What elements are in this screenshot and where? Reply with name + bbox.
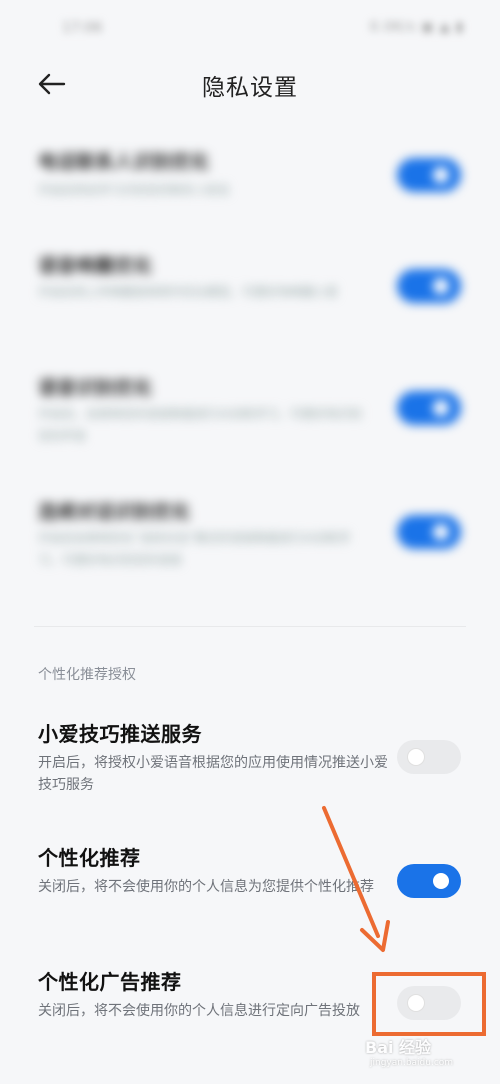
setting-desc: 开启后，会使用您的语音数据进行AI训练学习，可更好地识别您的声音 <box>38 407 362 443</box>
setting-title: 语音唤醒优化 <box>38 255 153 277</box>
status-time: 17:06 <box>62 20 103 36</box>
toggle-switch-personalized-recommend[interactable] <box>397 864 461 898</box>
toggle-knob <box>433 524 449 540</box>
toggle-knob <box>433 278 449 294</box>
setting-title: 连续对话识别优化 <box>38 501 191 523</box>
setting-desc: 开启后将上传唤醒音频用作优化模型，可更好地唤醒小爱 <box>38 285 339 299</box>
toggle-knob <box>433 873 449 889</box>
setting-title: 个性化广告推荐 <box>38 970 182 994</box>
toggle-knob <box>433 167 449 183</box>
annotation-highlight-box <box>372 972 486 1036</box>
toggle-switch[interactable] <box>397 515 461 549</box>
section-header: 个性化推荐授权 <box>38 667 136 683</box>
setting-title: 个性化推荐 <box>38 846 141 870</box>
toggle-switch-skill-push[interactable] <box>397 740 461 774</box>
setting-desc: 开启后，将授权小爱语音根据您的应用使用情况推送小爱技巧服务 <box>38 755 388 793</box>
setting-desc: 开启后将会学习识别您的联系人姓名 <box>38 183 231 197</box>
setting-desc: 开启后会使用您在“连续对话”模式的语音数据进行AI训练学习，可更好地识别您的语音 <box>38 531 351 567</box>
watermark-url: jingyan.baidu.com <box>370 1058 454 1068</box>
setting-title: 语音识别优化 <box>38 377 153 399</box>
status-bar: 17:06 0.0K/s ▣ ▲ ▮ <box>0 0 500 60</box>
page-title: 隐私设置 <box>202 75 298 101</box>
toggle-knob <box>408 749 424 765</box>
toggle-knob <box>433 400 449 416</box>
setting-title: 电话联系人识别优化 <box>38 151 210 173</box>
toggle-switch[interactable] <box>397 269 461 303</box>
setting-desc: 关闭后，将不会使用你的个人信息为您提供个性化推荐 <box>38 879 374 895</box>
toggle-switch[interactable] <box>397 158 461 192</box>
watermark-logo: Bai 经验 <box>365 1038 432 1057</box>
blurred-settings-list: 电话联系人识别优化 开启后将会学习识别您的联系人姓名 语音唤醒优化 开启后将上传… <box>0 135 500 615</box>
toggle-switch[interactable] <box>397 391 461 425</box>
setting-desc: 关闭后，将不会使用你的个人信息进行定向广告投放 <box>38 1003 360 1019</box>
setting-title: 小爱技巧推送服务 <box>38 722 202 746</box>
page-header: 隐私设置 <box>0 60 500 108</box>
section-divider <box>34 626 466 627</box>
status-indicators: 0.0K/s ▣ ▲ ▮ <box>369 20 464 35</box>
